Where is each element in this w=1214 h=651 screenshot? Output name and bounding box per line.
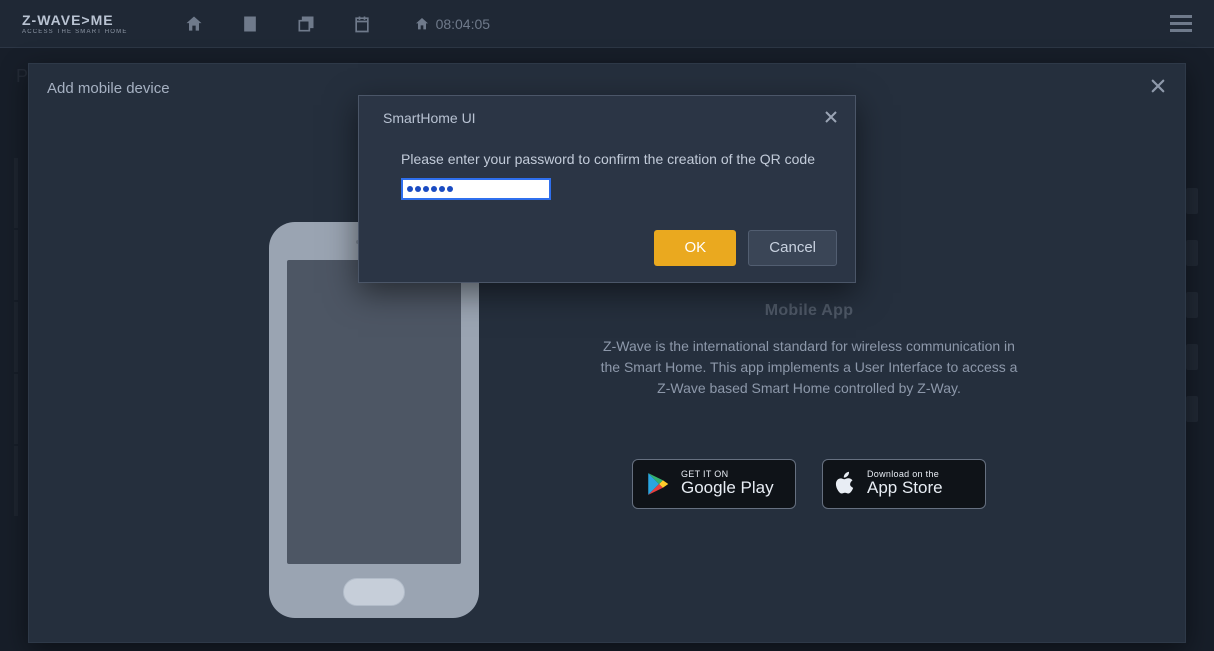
brand-logo: Z-WAVE>ME ACCESS THE SMART HOME — [22, 13, 128, 35]
building-icon[interactable] — [240, 14, 260, 34]
app-description: Z-Wave is the international standard for… — [594, 336, 1024, 399]
clock-home-icon — [414, 16, 430, 32]
app-store-button[interactable]: Download on the App Store — [822, 459, 986, 509]
modal-title: Add mobile device — [47, 80, 170, 97]
cancel-button[interactable]: Cancel — [748, 230, 837, 266]
clock-display: 08:04:05 — [414, 16, 491, 32]
google-big: Google Play — [681, 479, 774, 498]
home-icon[interactable] — [184, 14, 204, 34]
brand-name: Z-WAVE>ME — [22, 13, 128, 27]
close-icon[interactable] — [825, 110, 837, 126]
apple-big: App Store — [867, 479, 943, 498]
ok-button[interactable]: OK — [654, 230, 736, 266]
password-input[interactable] — [401, 178, 551, 200]
google-play-button[interactable]: GET IT ON Google Play — [632, 459, 796, 509]
brand-tagline: ACCESS THE SMART HOME — [22, 29, 128, 35]
password-mask — [407, 186, 453, 192]
password-confirm-dialog: SmartHome UI Please enter your password … — [358, 95, 856, 283]
clock-time: 08:04:05 — [436, 16, 491, 32]
calendar-icon[interactable] — [352, 14, 372, 34]
dialog-message: Please enter your password to confirm th… — [401, 150, 831, 170]
app-heading: Mobile App — [765, 302, 854, 320]
dialog-title: SmartHome UI — [383, 110, 476, 126]
apple-icon — [835, 471, 857, 497]
google-play-icon — [645, 471, 671, 497]
close-icon[interactable] — [1149, 77, 1167, 99]
menu-icon[interactable] — [1170, 15, 1192, 33]
copy-icon[interactable] — [296, 14, 316, 34]
